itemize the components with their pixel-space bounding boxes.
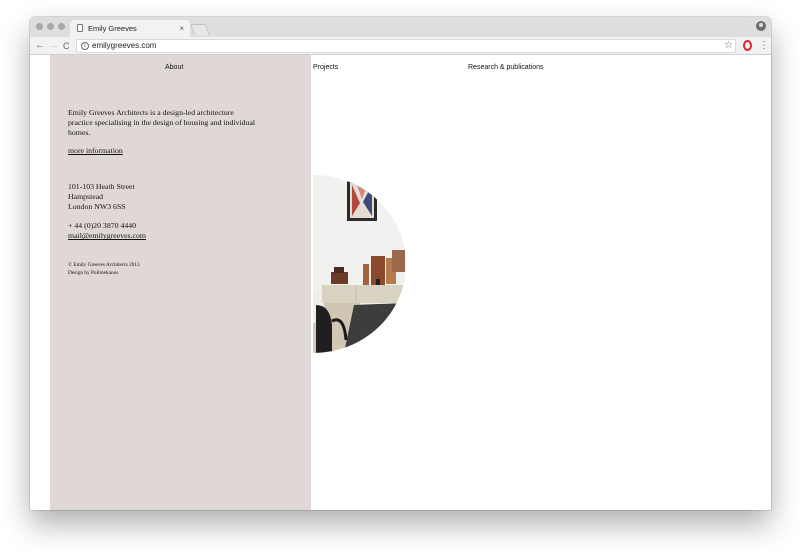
- tab-title: Emily Greeves: [88, 24, 137, 33]
- design-credit: Design by Polimekanos: [68, 270, 119, 276]
- new-tab-button[interactable]: [189, 24, 211, 35]
- address-line: London NW3 6SS: [68, 202, 126, 212]
- phone-number: + 44 (0)20 3870 4440: [68, 221, 137, 230]
- close-window-dot[interactable]: [36, 23, 43, 30]
- address-line: 101-103 Heath Street: [68, 182, 135, 191]
- intro-text: Emily Greeves Architects is a design-led…: [68, 108, 256, 138]
- nav-projects[interactable]: Projects: [313, 64, 338, 71]
- address-line: Hampstead: [68, 192, 104, 202]
- address-block: 101-103 Heath Street Hampstead London NW…: [68, 182, 135, 213]
- url-text[interactable]: emilygreeves.com: [92, 40, 156, 52]
- address-bar[interactable]: i emilygreeves.com ☆: [76, 39, 736, 53]
- browser-window: Emily Greeves × ← → C i emilygreeves.com…: [30, 17, 771, 510]
- contact-block: + 44 (0)20 3870 4440 mail@emilygreeves.c…: [68, 221, 146, 241]
- more-information-link[interactable]: more information: [68, 146, 123, 155]
- minimize-window-dot[interactable]: [47, 23, 54, 30]
- browser-menu-icon[interactable]: ⋮: [759, 37, 769, 55]
- browser-toolbar: ← → C i emilygreeves.com ☆ ⋮: [30, 37, 771, 55]
- nav-research[interactable]: Research & publications: [468, 64, 544, 71]
- maximize-window-dot[interactable]: [58, 23, 65, 30]
- copyright-text: © Emily Greeves Architects 2013: [68, 262, 140, 268]
- page-viewport: About Projects Research & publications E…: [30, 55, 771, 510]
- footer-block: © Emily Greeves Architects 2013 Design b…: [68, 261, 140, 277]
- bookmark-star-icon[interactable]: ☆: [724, 39, 733, 53]
- back-icon[interactable]: ←: [35, 38, 45, 54]
- browser-tab[interactable]: Emily Greeves ×: [70, 20, 190, 37]
- profile-icon[interactable]: [756, 21, 766, 31]
- nav-about[interactable]: About: [165, 64, 183, 71]
- email-link[interactable]: mail@emilygreeves.com: [68, 231, 146, 241]
- forward-icon[interactable]: →: [49, 38, 59, 54]
- info-icon[interactable]: i: [81, 42, 89, 50]
- opera-icon[interactable]: [743, 40, 752, 51]
- tab-close-icon[interactable]: ×: [179, 20, 184, 37]
- title-bar: Emily Greeves ×: [30, 17, 771, 37]
- reload-icon[interactable]: C: [63, 38, 70, 54]
- page-icon: [77, 24, 83, 32]
